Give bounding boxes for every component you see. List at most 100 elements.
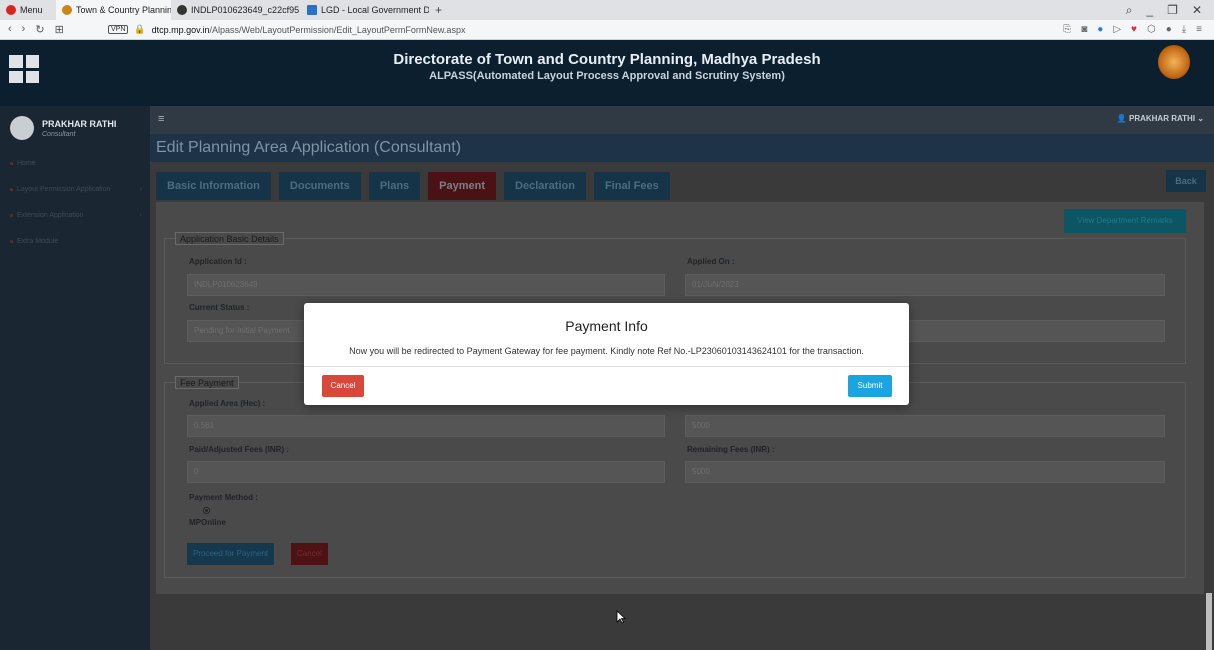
browser-tab-3[interactable]: LGD - Local Government D × [301, 0, 429, 20]
basic-details-legend: Application Basic Details [175, 232, 284, 245]
lgd-favicon-icon [307, 5, 317, 15]
total-fees-field[interactable]: 5000 [685, 415, 1165, 437]
applied-on-field[interactable]: 01/JUN/2023 [685, 274, 1165, 296]
extension-icons: ⎘ ◙ ● ▷ ♥ ⬡ ● ⤓ ≡ [1063, 24, 1214, 35]
tab-final-fees[interactable]: Final Fees [593, 172, 670, 200]
sidebar-item-extension[interactable]: Extension Application ‹ [0, 202, 150, 228]
bullet-icon [10, 239, 13, 243]
play-icon[interactable]: ▷ [1113, 24, 1121, 35]
payment-info-modal: Payment Info Now you will be redirected … [304, 303, 909, 405]
chevron-left-icon: ‹ [139, 185, 142, 193]
bullet-icon [10, 161, 13, 165]
browser-tab-bar: Menu Town & Country Planning × INDLP0106… [0, 0, 1214, 20]
page-scrollbar[interactable] [1206, 593, 1212, 650]
user-profile: PRAKHAR RATHI Consultant [0, 106, 150, 150]
url-path: /Alpass/Web/LayoutPermission/Edit_Layout… [209, 24, 466, 35]
sidebar-item-layout-permission[interactable]: Layout Permission Application ‹ [0, 176, 150, 202]
header-title: Directorate of Town and Country Planning… [393, 51, 821, 68]
payment-method-label: Payment Method : [189, 493, 258, 502]
minimize-icon[interactable]: _ [1146, 3, 1153, 18]
tab-plans[interactable]: Plans [368, 172, 421, 200]
speed-dial-icon[interactable]: ⊞ [55, 23, 64, 36]
applied-area-field[interactable]: 0.561 [187, 415, 665, 437]
avatar [10, 116, 34, 140]
sidebar-item-label: Home [17, 159, 36, 167]
page-title: Edit Planning Area Application (Consulta… [150, 134, 1214, 162]
globe-icon [177, 5, 187, 15]
browser-tab-2[interactable]: INDLP010623649_c22cf95 × [171, 0, 301, 20]
top-bar: ≡ 👤 PRAKHAR RATHI ⌄ [150, 106, 1214, 134]
applied-area-label: Applied Area (Hec) : [189, 399, 266, 408]
new-tab-button[interactable]: + [429, 3, 448, 17]
window-controls: ⌕ _ ❐ ✕ [1126, 3, 1214, 18]
tab-declaration[interactable]: Declaration [504, 172, 586, 200]
application-id-field[interactable]: INDLP010623649 [187, 274, 665, 296]
lock-icon: 🔒 [134, 24, 146, 34]
cube-icon[interactable]: ⬡ [1147, 24, 1156, 35]
applied-on-label: Applied On : [687, 257, 735, 266]
back-button[interactable]: Back [1166, 170, 1206, 192]
paid-fees-label: Paid/Adjusted Fees (INR) : [189, 445, 290, 454]
snapshot-icon[interactable]: ⎘ [1063, 24, 1071, 35]
chevron-left-icon: ‹ [139, 211, 142, 219]
sidebar-user-role: Consultant [42, 130, 76, 138]
vpn-badge[interactable]: VPN [108, 25, 129, 34]
browser-tab-label: Town & Country Planning [76, 5, 171, 15]
header-subtitle: ALPASS(Automated Layout Process Approval… [429, 70, 785, 82]
browser-menu-button[interactable]: Menu [0, 0, 56, 20]
url-field[interactable]: dtcp.mp.gov.in/Alpass/Web/LayoutPermissi… [152, 25, 466, 35]
user-menu[interactable]: 👤 PRAKHAR RATHI ⌄ [1117, 114, 1204, 123]
mponline-radio[interactable] [203, 507, 210, 514]
site-favicon-icon [62, 5, 72, 15]
state-emblem-icon [1158, 45, 1190, 79]
hamburger-icon[interactable]: ≡ [158, 113, 164, 125]
sidebar-item-label: Extension Application [17, 211, 84, 219]
proceed-payment-button[interactable]: Proceed for Payment [187, 543, 275, 565]
browser-tab-label: INDLP010623649_c22cf95 [191, 5, 300, 15]
search-icon[interactable]: ⌕ [1126, 3, 1133, 18]
tab-basic-information[interactable]: Basic Information [156, 172, 271, 200]
tab-documents[interactable]: Documents [278, 172, 361, 200]
app-header: Directorate of Town and Country Planning… [0, 40, 1214, 106]
view-remarks-button[interactable]: View Department Remarks [1064, 209, 1186, 233]
sidebar: PRAKHAR RATHI Consultant Home Layout Per… [0, 106, 150, 650]
nav-buttons: ‹ › ↻ ⊞ [0, 23, 108, 36]
camera-icon[interactable]: ◙ [1081, 24, 1087, 35]
user-icon: 👤 [1116, 114, 1129, 123]
paid-fees-field[interactable]: 0 [187, 461, 665, 483]
browser-menu-label: Menu [20, 5, 43, 15]
current-status-label: Current Status : [189, 303, 250, 312]
back-arrow-icon[interactable]: ‹ [8, 23, 12, 36]
menu-icon[interactable]: ≡ [1196, 24, 1202, 35]
modal-cancel-button[interactable]: Cancel [322, 375, 364, 397]
modal-message: Now you will be redirected to Payment Ga… [349, 346, 864, 356]
sidebar-item-extra-module[interactable]: Extra Module [0, 228, 150, 254]
tab-payment[interactable]: Payment [428, 172, 497, 200]
mponline-label: MPOnline [189, 518, 226, 527]
sidebar-item-label: Layout Permission Application [17, 185, 111, 193]
user-menu-label: PRAKHAR RATHI [1128, 114, 1196, 123]
cancel-payment-button[interactable]: Cancel [291, 543, 328, 565]
download-icon[interactable]: ⤓ [1182, 24, 1186, 35]
url-host: dtcp.mp.gov.in [151, 24, 210, 35]
address-bar: ‹ › ↻ ⊞ VPN 🔒 dtcp.mp.gov.in/Alpass/Web/… [0, 20, 1214, 40]
shield-icon[interactable]: ● [1097, 24, 1103, 35]
close-window-icon[interactable]: ✕ [1192, 3, 1202, 18]
remaining-fees-field[interactable]: 5000 [685, 461, 1165, 483]
mouse-cursor-icon [616, 610, 626, 624]
bullet-icon [10, 187, 13, 191]
sidebar-item-home[interactable]: Home [0, 150, 150, 176]
fee-payment-section: Fee Payment Applied Area (Hec) : 0.561 5… [164, 376, 1186, 578]
modal-title: Payment Info [565, 318, 648, 334]
remaining-fees-label: Remaining Fees (INR) : [687, 445, 775, 454]
forward-arrow-icon[interactable]: › [22, 23, 26, 36]
reload-icon[interactable]: ↻ [35, 23, 44, 36]
section-tabs: Basic Information Documents Plans Paymen… [156, 172, 670, 200]
heart-icon[interactable]: ♥ [1131, 24, 1137, 35]
restore-icon[interactable]: ❐ [1167, 3, 1178, 18]
account-icon[interactable]: ● [1166, 24, 1172, 35]
sidebar-item-label: Extra Module [17, 237, 59, 245]
modal-submit-button[interactable]: Submit [848, 375, 892, 397]
browser-tab-1[interactable]: Town & Country Planning × [56, 0, 171, 20]
sidebar-user-name: PRAKHAR RATHI [42, 118, 117, 129]
